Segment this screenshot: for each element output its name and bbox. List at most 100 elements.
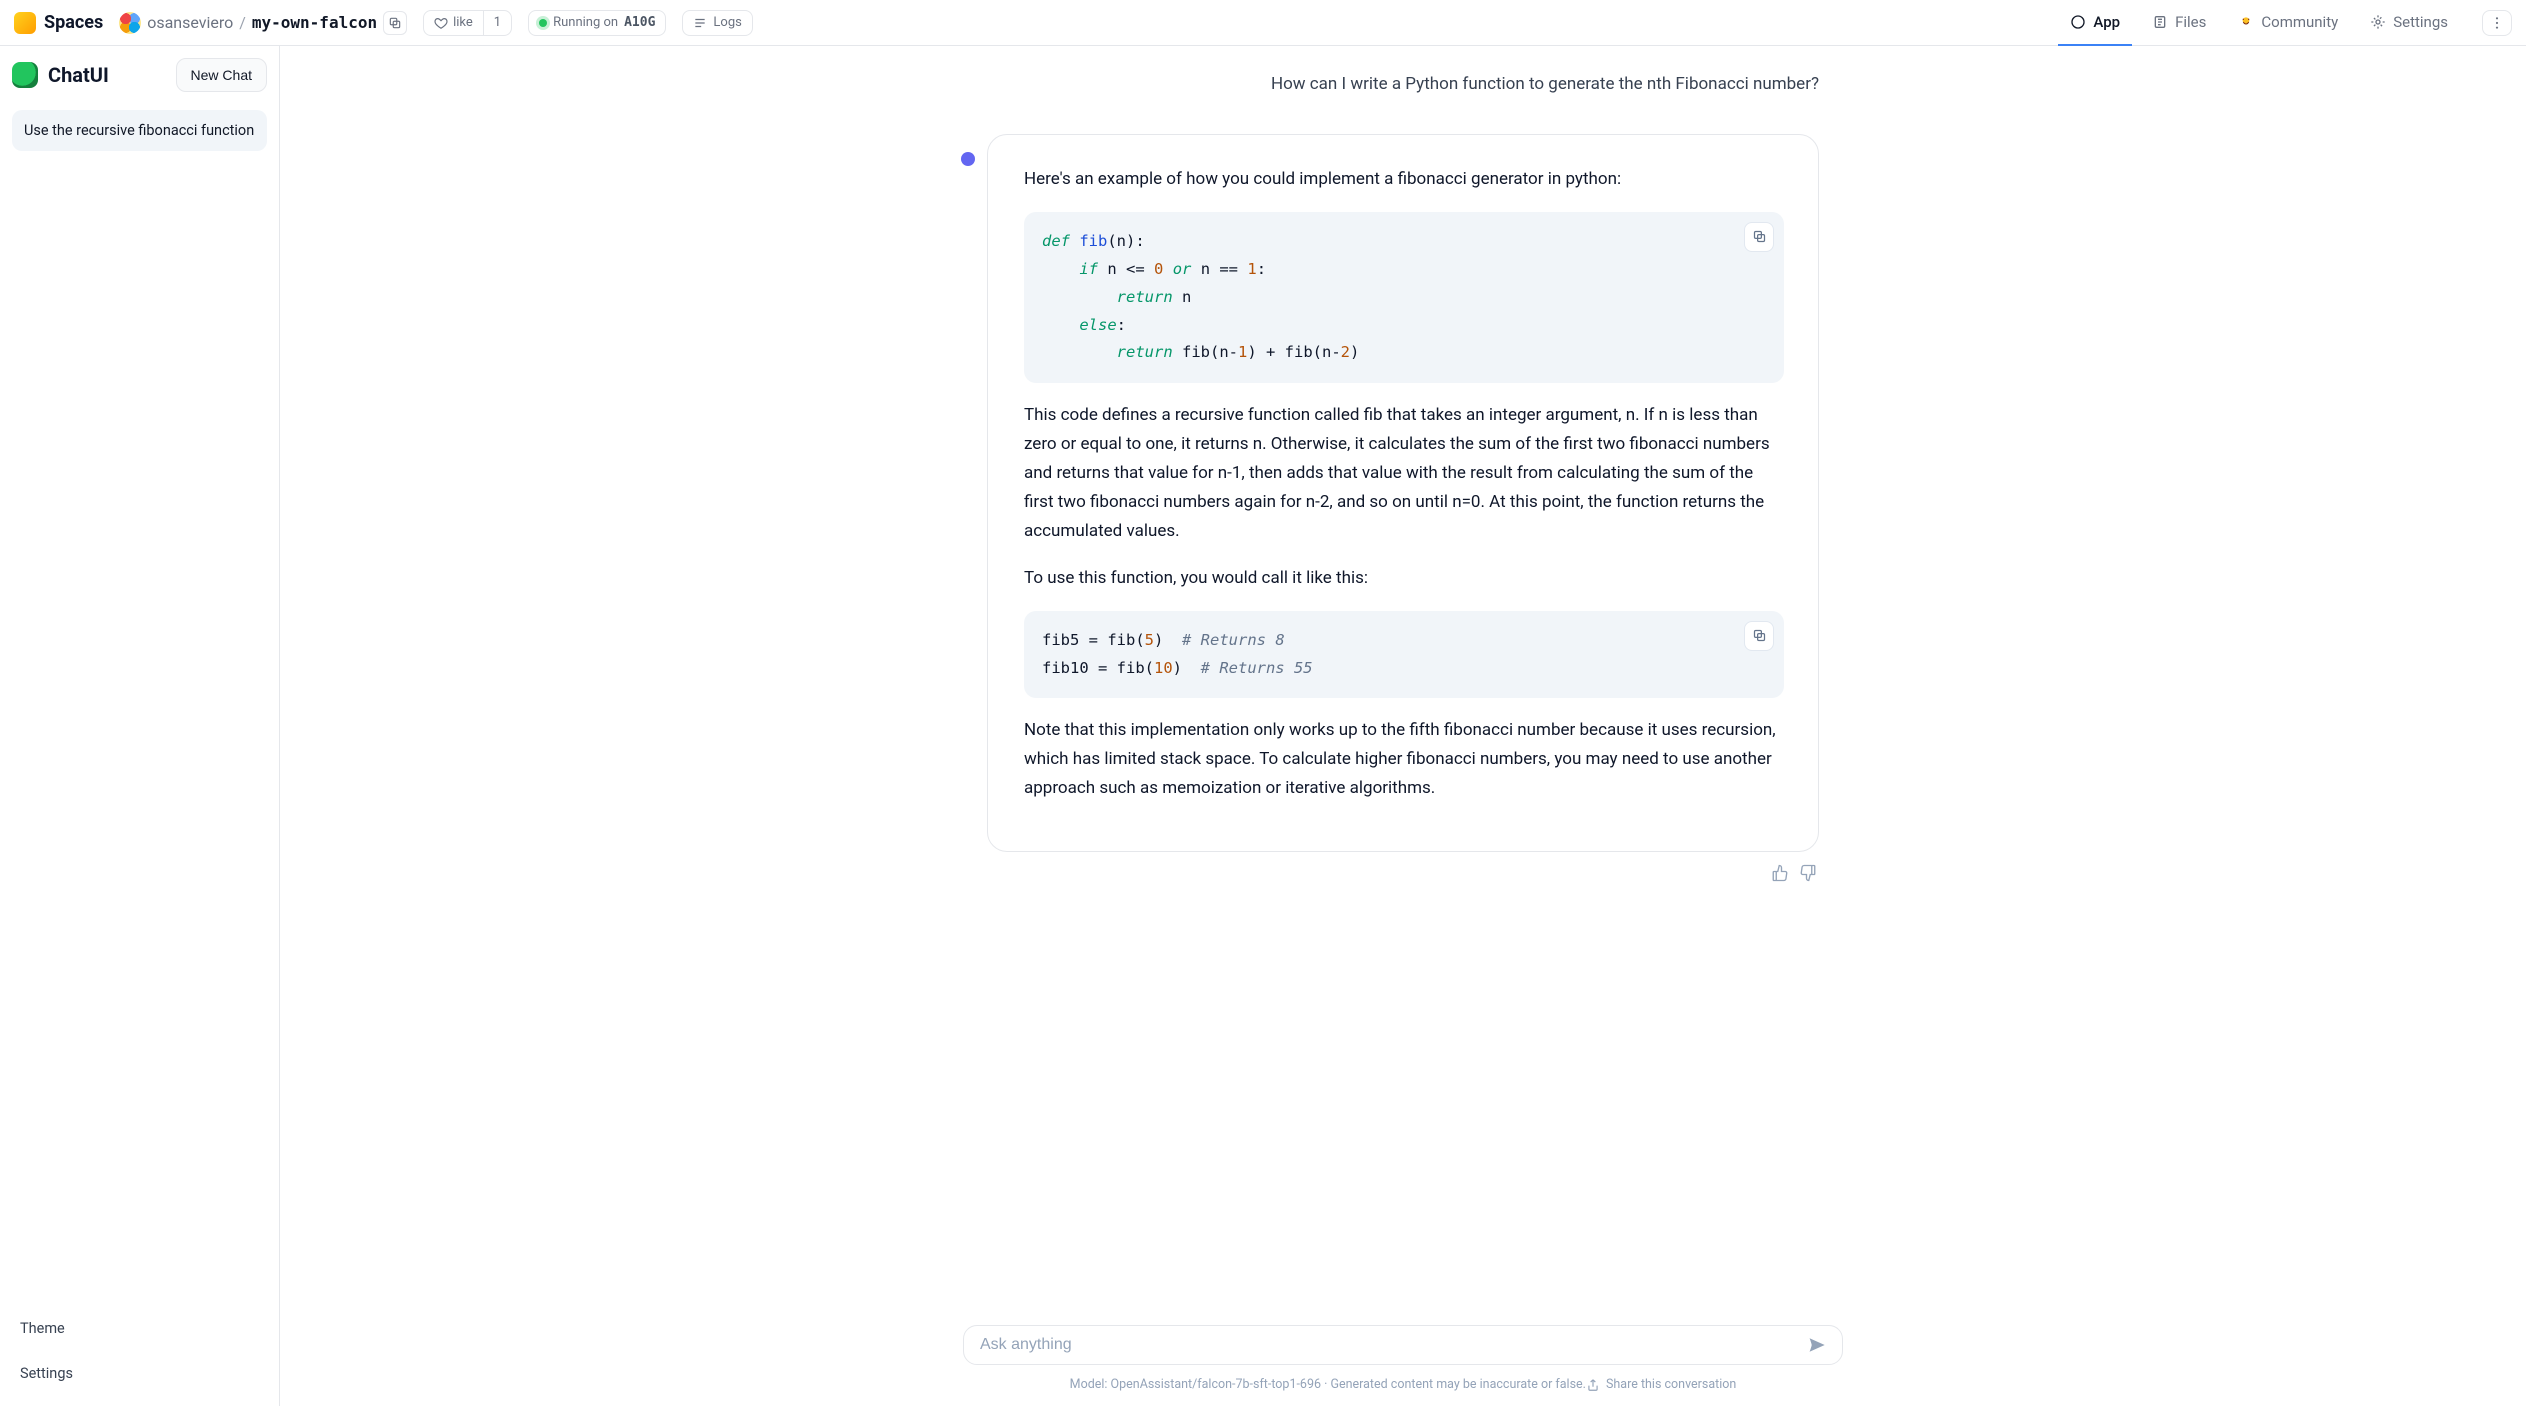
code-token: :	[1257, 260, 1266, 278]
new-chat-button[interactable]: New Chat	[176, 58, 267, 92]
send-button[interactable]	[1802, 1330, 1832, 1360]
platform-header: Spaces osanseviero / my-own-falcon like …	[0, 0, 2526, 46]
brand-label: Spaces	[44, 12, 103, 33]
thumbs-down-button[interactable]	[1797, 862, 1819, 884]
tab-app-label: App	[2093, 13, 2120, 31]
code-block-2: fib5 = fib(5) # Returns 8 fib10 = fib(10…	[1024, 611, 1784, 699]
user-message-text: How can I write a Python function to gen…	[1271, 74, 1819, 94]
copy-code-button[interactable]	[1744, 222, 1774, 252]
tab-files-label: Files	[2175, 13, 2206, 31]
code-token: def	[1042, 232, 1070, 250]
code-token: fib(n-	[1173, 343, 1238, 361]
code-token: n <=	[1098, 260, 1154, 278]
feedback-row	[963, 862, 1843, 884]
gear-icon	[2370, 14, 2386, 30]
message-input[interactable]	[980, 1336, 1794, 1354]
code-token: 10	[1154, 659, 1173, 677]
code-token: else	[1079, 316, 1116, 334]
tab-community[interactable]: Community	[2226, 0, 2350, 46]
share-icon	[1586, 1378, 1600, 1392]
code-token: )	[1154, 631, 1182, 649]
tab-community-label: Community	[2261, 13, 2338, 31]
code-token: n	[1173, 288, 1192, 306]
header-tabs: App Files Community Settings	[2058, 0, 2460, 46]
like-count[interactable]: 1	[484, 11, 511, 35]
sidebar-settings-button[interactable]: Settings	[12, 1353, 267, 1394]
code-token: return	[1117, 288, 1173, 306]
code-block-1: def fib(n): if n <= 0 or n == 1: return …	[1024, 212, 1784, 383]
assistant-message-card: Here's an example of how you could imple…	[987, 134, 1819, 852]
owner-avatar-icon[interactable]	[119, 12, 141, 34]
conversation-list: Use the recursive fibonacci function	[12, 110, 267, 151]
assistant-usage-intro: To use this function, you would call it …	[1024, 564, 1784, 593]
like-button[interactable]: like	[424, 11, 484, 35]
logs-label: Logs	[713, 15, 741, 30]
running-dot-icon	[539, 19, 547, 27]
community-icon	[2238, 14, 2254, 30]
chat-area: How can I write a Python function to gen…	[280, 46, 2526, 1406]
copy-icon	[1752, 628, 1767, 643]
logs-icon	[693, 16, 707, 30]
assistant-indicator-dot-icon	[961, 152, 975, 166]
assistant-explain-text: This code defines a recursive function c…	[1024, 401, 1784, 545]
tab-app[interactable]: App	[2058, 0, 2132, 46]
conversation-item[interactable]: Use the recursive fibonacci function	[12, 110, 267, 151]
code-token: # Returns 8	[1182, 631, 1285, 649]
tab-files[interactable]: Files	[2140, 0, 2218, 46]
assistant-intro-text: Here's an example of how you could imple…	[1024, 165, 1784, 194]
copy-repo-path-button[interactable]	[383, 11, 407, 35]
copy-icon	[1752, 229, 1767, 244]
repo-path: osanseviero / my-own-falcon	[119, 11, 407, 35]
running-hardware: A10G	[624, 15, 655, 30]
code-token: 0	[1154, 260, 1163, 278]
path-separator: /	[239, 13, 246, 32]
chat-scroll[interactable]: How can I write a Python function to gen…	[280, 46, 2526, 1317]
code-token: fib10 = fib(	[1042, 659, 1154, 677]
more-menu-button[interactable]	[2482, 10, 2512, 36]
code-token: )	[1173, 659, 1201, 677]
sidebar-theme-button[interactable]: Theme	[12, 1308, 267, 1349]
chatui-brand-label: ChatUI	[48, 63, 109, 87]
copy-icon	[388, 16, 402, 30]
owner-link[interactable]: osanseviero	[147, 13, 233, 32]
running-status-button[interactable]: Running on A10G	[528, 10, 666, 36]
chat-app-brand[interactable]: ChatUI	[12, 62, 109, 88]
thumbs-down-icon	[1799, 864, 1817, 882]
share-label: Share this conversation	[1606, 1377, 1736, 1392]
code-token: # Returns 55	[1201, 659, 1313, 677]
chatui-logo-icon	[12, 62, 38, 88]
repo-name-link[interactable]: my-own-falcon	[252, 13, 377, 32]
running-label: Running on	[553, 15, 618, 30]
user-message-row: How can I write a Python function to gen…	[987, 74, 1819, 94]
code-token: n ==	[1191, 260, 1247, 278]
code-token: (n):	[1107, 232, 1144, 250]
code-token: 2	[1341, 343, 1350, 361]
app-icon	[2070, 14, 2086, 30]
thumbs-up-button[interactable]	[1769, 862, 1791, 884]
like-pill: like 1	[423, 10, 512, 36]
logs-button[interactable]: Logs	[682, 10, 752, 36]
heart-icon	[434, 16, 448, 30]
code-token: or	[1173, 260, 1192, 278]
tab-settings-label: Settings	[2393, 13, 2448, 31]
chat-sidebar: ChatUI New Chat Use the recursive fibona…	[0, 46, 280, 1406]
share-conversation-button[interactable]: Share this conversation	[1586, 1377, 1736, 1392]
kebab-icon	[2489, 15, 2505, 31]
brand-spaces[interactable]: Spaces	[14, 12, 103, 34]
code-token: fib	[1079, 232, 1107, 250]
hf-logo-icon	[14, 12, 36, 34]
model-disclaimer-text: Model: OpenAssistant/falcon-7b-sft-top1-…	[1070, 1377, 1586, 1392]
copy-code-button[interactable]	[1744, 621, 1774, 651]
thumbs-up-icon	[1771, 864, 1789, 882]
tab-settings[interactable]: Settings	[2358, 0, 2460, 46]
assistant-note-text: Note that this implementation only works…	[1024, 716, 1784, 803]
code-token: )	[1350, 343, 1359, 361]
code-token: fib5 = fib(	[1042, 631, 1145, 649]
code-token: return	[1117, 343, 1173, 361]
meta-row: Model: OpenAssistant/falcon-7b-sft-top1-…	[1046, 1377, 1761, 1392]
code-token: 5	[1145, 631, 1154, 649]
code-token: ) + fib(n-	[1247, 343, 1340, 361]
code-token: :	[1117, 316, 1126, 334]
send-icon	[1808, 1336, 1826, 1354]
files-icon	[2152, 14, 2168, 30]
